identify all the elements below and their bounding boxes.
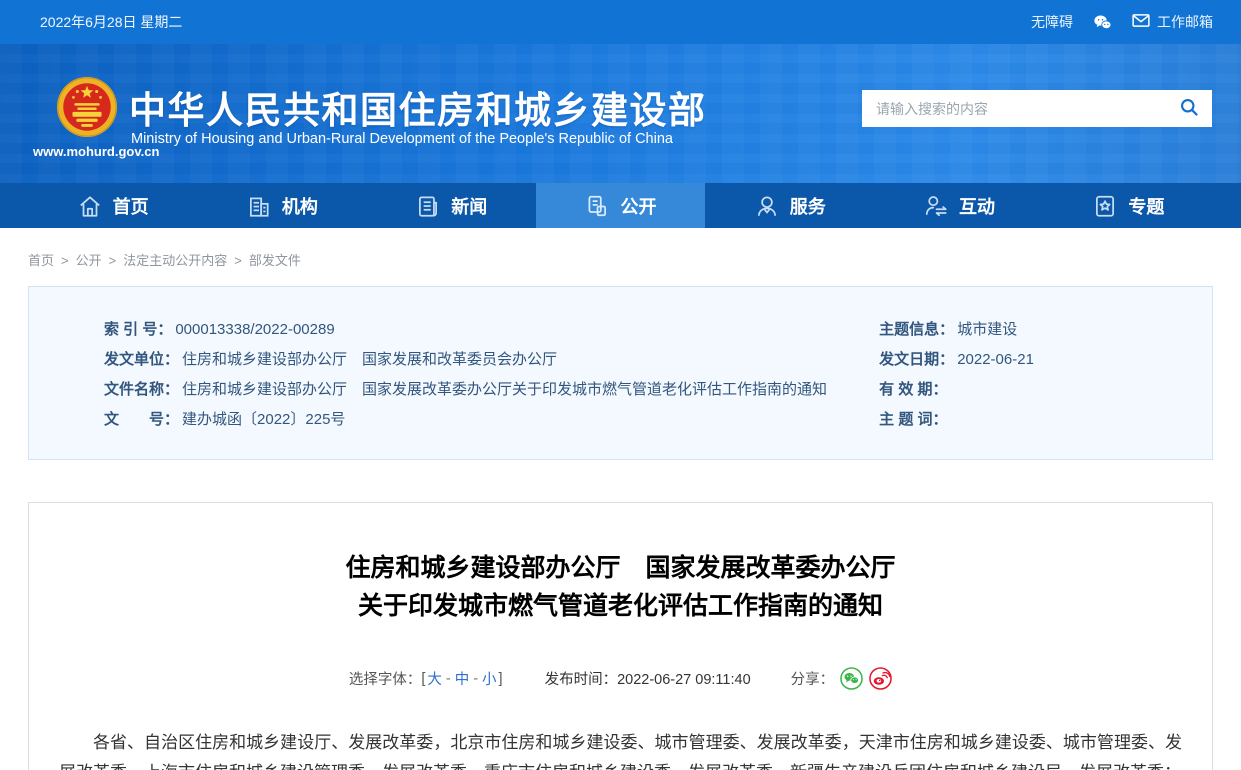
metadata-left-column: 索 引 号：000013338/2022-00289 发文单位：住房和城乡建设部…	[29, 315, 851, 435]
meta-label: 主题信息：	[879, 321, 954, 338]
meta-row-topic-info: 主题信息：城市建设	[879, 315, 1212, 345]
meta-row-index-number: 索 引 号：000013338/2022-00289	[104, 315, 851, 345]
bracket-open: [	[421, 671, 425, 687]
meta-label: 索 引 号：	[104, 321, 172, 338]
nav-label: 机构	[282, 193, 318, 219]
share-group: 分享：	[791, 667, 893, 690]
nav-inner: 首页 机构	[28, 183, 1213, 228]
font-size-medium[interactable]: 中	[455, 668, 470, 689]
search-button[interactable]	[1177, 95, 1202, 123]
search-input[interactable]	[876, 101, 1177, 117]
nav-item-service[interactable]: 服务	[705, 183, 874, 228]
font-size-large[interactable]: 大	[427, 668, 442, 689]
site-subtitle: Ministry of Housing and Urban-Rural Deve…	[131, 131, 673, 147]
site-title: 中华人民共和国住房和城乡建设部	[129, 80, 707, 134]
nav-label: 公开	[620, 193, 656, 219]
meta-label: 主 题 词：	[879, 411, 947, 428]
breadcrumb-separator: >	[61, 253, 69, 268]
meta-row-document-number: 文 号：建办城函〔2022〕225号	[104, 405, 851, 435]
font-size-separator: -	[446, 671, 451, 687]
breadcrumb-separator: >	[109, 253, 117, 268]
meta-value: 000013338/2022-00289	[175, 321, 334, 338]
topbar: 2022年6月28日 星期二 无障碍 工作	[0, 0, 1241, 44]
search-box	[862, 90, 1212, 127]
breadcrumb-home[interactable]: 首页	[28, 253, 54, 268]
article-title: 住房和城乡建设部办公厅 国家发展改革委办公厅 关于印发城市燃气管道老化评估工作指…	[59, 549, 1182, 625]
news-icon	[415, 193, 441, 219]
share-label: 分享：	[791, 668, 835, 689]
article-container: 住房和城乡建设部办公厅 国家发展改革委办公厅 关于印发城市燃气管道老化评估工作指…	[28, 502, 1213, 770]
publish-time-group: 发布时间：2022-06-27 09:11:40	[545, 668, 751, 689]
meta-label: 文 号：	[104, 411, 179, 428]
nav-item-disclosure[interactable]: 公开	[536, 183, 705, 228]
site-header: www.mohurd.gov.cn 中华人民共和国住房和城乡建设部 Minist…	[0, 44, 1241, 183]
nav-label: 专题	[1128, 193, 1164, 219]
publish-time-value: 2022-06-27 09:11:40	[617, 672, 751, 688]
topics-icon	[1092, 193, 1118, 219]
meta-value: 2022-06-21	[957, 351, 1034, 368]
meta-value: 住房和城乡建设部办公厅 国家发展和改革委员会办公厅	[182, 351, 557, 368]
accessibility-link[interactable]: 无障碍	[1031, 12, 1073, 32]
nav-item-organization[interactable]: 机构	[197, 183, 366, 228]
nav-label: 服务	[790, 193, 826, 219]
font-select-label: 选择字体：	[349, 668, 422, 689]
home-icon	[77, 193, 103, 219]
publish-time-label: 发布时间：	[545, 672, 618, 688]
meta-value: 建办城函〔2022〕225号	[182, 411, 345, 428]
national-emblem	[56, 76, 118, 138]
meta-value: 住房和城乡建设部办公厅 国家发展改革委办公厅关于印发城市燃气管道老化评估工作指南…	[182, 381, 827, 398]
breadcrumb-statutory-content[interactable]: 法定主动公开内容	[123, 253, 227, 268]
font-size-selector: 选择字体：[大 - 中 - 小]	[349, 668, 503, 689]
article-title-line2: 关于印发城市燃气管道老化评估工作指南的通知	[59, 587, 1182, 625]
meta-row-issuing-unit: 发文单位：住房和城乡建设部办公厅 国家发展和改革委员会办公厅	[104, 345, 851, 375]
nav-item-news[interactable]: 新闻	[367, 183, 536, 228]
breadcrumb-current: 部发文件	[249, 253, 301, 268]
share-wechat-icon[interactable]	[840, 667, 863, 690]
meta-label: 有 效 期：	[879, 381, 947, 398]
disclosure-icon	[584, 193, 610, 219]
current-date: 2022年6月28日 星期二	[40, 12, 182, 32]
meta-row-keywords: 主 题 词：	[879, 405, 1212, 435]
nav-label: 互动	[959, 193, 995, 219]
meta-row-document-name: 文件名称：住房和城乡建设部办公厅 国家发展改革委办公厅关于印发城市燃气管道老化评…	[104, 375, 851, 405]
service-icon	[754, 193, 780, 219]
font-size-small[interactable]: 小	[482, 668, 497, 689]
nav-label: 首页	[113, 193, 149, 219]
bracket-close: ]	[499, 671, 503, 687]
meta-value: 城市建设	[957, 321, 1017, 338]
article-meta-row: 选择字体：[大 - 中 - 小] 发布时间：2022-06-27 09:11:4…	[59, 667, 1182, 690]
nav-item-topics[interactable]: 专题	[1044, 183, 1213, 228]
work-mailbox-label: 工作邮箱	[1157, 12, 1213, 32]
organization-icon	[246, 193, 272, 219]
wechat-icon[interactable]	[1093, 14, 1112, 31]
topbar-right: 无障碍 工作邮箱	[1031, 12, 1213, 32]
interaction-icon	[923, 193, 949, 219]
nav-item-home[interactable]: 首页	[28, 183, 197, 228]
article-title-line1: 住房和城乡建设部办公厅 国家发展改革委办公厅	[59, 549, 1182, 587]
meta-label: 文件名称：	[104, 381, 179, 398]
breadcrumb-disclosure[interactable]: 公开	[76, 253, 102, 268]
work-mailbox-link[interactable]: 工作邮箱	[1132, 12, 1213, 32]
main-nav: 首页 机构	[0, 183, 1241, 228]
article-body-text: 各省、自治区住房和城乡建设厅、发展改革委，北京市住房和城乡建设委、城市管理委、发…	[59, 728, 1182, 770]
page: 2022年6月28日 星期二 无障碍 工作	[0, 0, 1241, 770]
nav-label: 新闻	[451, 193, 487, 219]
search-icon	[1179, 97, 1200, 121]
breadcrumb-separator: >	[234, 253, 242, 268]
font-size-separator: -	[473, 671, 478, 687]
share-weibo-icon[interactable]	[869, 667, 892, 690]
mail-icon	[1132, 13, 1150, 31]
document-metadata-box: 索 引 号：000013338/2022-00289 发文单位：住房和城乡建设部…	[28, 286, 1213, 460]
metadata-right-column: 主题信息：城市建设 发文日期：2022-06-21 有 效 期： 主 题 词：	[851, 315, 1212, 435]
meta-label: 发文日期：	[879, 351, 954, 368]
breadcrumb: 首页 > 公开 > 法定主动公开内容 > 部发文件	[28, 228, 1213, 286]
meta-row-issue-date: 发文日期：2022-06-21	[879, 345, 1212, 375]
meta-row-validity: 有 效 期：	[879, 375, 1212, 405]
nav-item-interaction[interactable]: 互动	[874, 183, 1043, 228]
meta-label: 发文单位：	[104, 351, 179, 368]
